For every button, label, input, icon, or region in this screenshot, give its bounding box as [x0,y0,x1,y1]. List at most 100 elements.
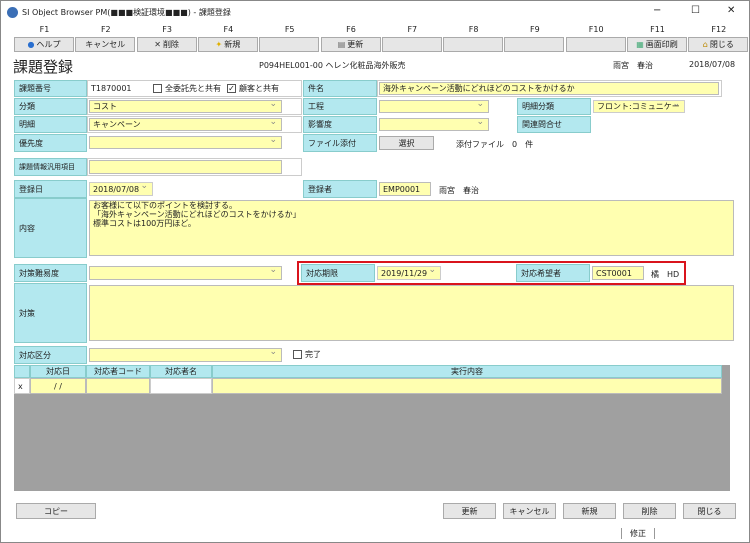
fkey-button-label: キャンセル [85,39,125,50]
fkey-label-f4: F4 [198,25,259,34]
fkey-button-label: 画面印刷 [646,39,678,50]
detail-label: 明細 [14,116,87,133]
help-icon: ● [28,40,35,49]
update-icon: ▤ [338,40,346,49]
fkey-button-label: 新規 [224,39,240,50]
select-file-button[interactable]: 選択 [379,136,434,150]
issue-no-label: 課題番号 [14,80,87,97]
fkey-button-f9[interactable] [504,37,564,52]
fkey-button-f1[interactable]: ●ヘルプ [14,37,74,52]
issue-no-value: T1870001 全委託先と共有 ✓顧客と共有 [87,80,302,97]
fkey-button-label: 閉じる [710,39,734,50]
fkey-label-f12: F12 [688,25,749,34]
measure-textarea[interactable] [89,285,734,341]
row-name [150,378,212,394]
generic-item-input[interactable] [89,160,282,174]
fkey-button-f7[interactable] [382,37,442,52]
print-icon: ▦ [636,40,644,49]
fkey-button-f5[interactable] [259,37,319,52]
difficulty-select[interactable] [89,266,282,280]
response-table: 対応日 対応者コード 対応者名 実行内容 x / / [14,365,730,491]
share-customer-label: 顧客と共有 [239,84,279,93]
fkey-label-f10: F10 [566,25,627,34]
fkey-label-f2: F2 [75,25,136,34]
issue-no: T1870001 [91,84,151,93]
content-textarea[interactable]: お客様にて以下のポイントを検討する。 「海外キャンペーン活動にどれほどのコストを… [89,200,734,256]
page-title: 課題登録 [13,56,73,77]
related-inquiry-label: 関連問合せ [517,116,591,133]
subject-label: 件名 [303,80,377,97]
requester-label: 対応希望者 [516,264,590,282]
cancel-button[interactable]: キャンセル [503,503,556,519]
row-date-input[interactable]: / / [30,378,86,394]
fkey-button-f10[interactable] [566,37,626,52]
fkey-label-f7: F7 [382,25,443,34]
col-header-code: 対応者コード [86,365,150,378]
fkey-button-f2[interactable]: キャンセル [75,37,135,52]
share-customer-checkbox[interactable]: ✓顧客と共有 [227,83,279,94]
done-label: 完了 [305,350,321,359]
new-icon: ✦ [216,40,223,49]
measure-label: 対策 [14,283,87,343]
col-header-action: 実行内容 [212,365,722,378]
priority-select[interactable] [89,136,282,149]
registrant-code-input[interactable]: EMP0001 [379,182,431,196]
row-mark-header [14,365,30,378]
new-button[interactable]: 新規 [563,503,616,519]
fkey-button-f12[interactable]: ⌂閉じる [688,37,748,52]
impact-label: 影響度 [303,116,377,133]
row-mark[interactable]: x [14,378,30,394]
reg-date-input[interactable]: 2018/07/08 [89,182,153,196]
response-type-label: 対応区分 [14,346,87,364]
difficulty-label: 対策難易度 [14,264,87,282]
detail-category-label: 明細分類 [517,98,591,115]
content-label: 内容 [14,198,87,258]
fkey-label-f11: F11 [627,25,688,34]
row-action-input[interactable] [212,378,722,394]
close-button[interactable]: ✕ [727,5,735,16]
subject-input[interactable]: 海外キャンペーン活動にどれほどのコストをかけるか [379,82,719,95]
registrant-name: 雨宮 春治 [439,185,479,196]
status-mode: 修正 [621,528,655,539]
fkey-button-label: 削除 [163,39,179,50]
detail-select[interactable]: キャンペーン [89,118,282,131]
minimize-button[interactable]: − [653,5,661,16]
requester-code-input[interactable]: CST0001 [592,266,644,280]
category-label: 分類 [14,98,87,115]
fkey-label-f8: F8 [443,25,504,34]
process-select[interactable] [379,100,489,113]
deadline-input[interactable]: 2019/11/29 [377,266,441,280]
copy-button[interactable]: コピー [16,503,96,519]
registrant-label: 登録者 [303,180,377,198]
close-form-button[interactable]: 閉じる [683,503,736,519]
title-bar: SI Object Browser PM(■■■検証環境■■■) - 課題登録 … [1,1,750,23]
category-select[interactable]: コスト [89,100,282,113]
header-date: 2018/07/08 [689,60,735,69]
requester-name: 橘 HD [651,269,679,280]
share-all-checkbox[interactable]: 全委託先と共有 [153,83,221,94]
fkey-label-f9: F9 [504,25,565,34]
fkey-button-f3[interactable]: ✕削除 [137,37,197,52]
window-title: SI Object Browser PM(■■■検証環境■■■) - 課題登録 [22,7,231,18]
update-button[interactable]: 更新 [443,503,496,519]
project-name: P094HEL001-00 ヘレン化粧品海外販売 [259,60,406,71]
attached-files-count: 添付ファイル 0 件 [456,139,533,150]
fkey-button-f8[interactable] [443,37,503,52]
row-code-input[interactable] [86,378,150,394]
delete-button[interactable]: 削除 [623,503,676,519]
done-checkbox[interactable]: 完了 [293,349,321,360]
generic-item-label: 課題情報汎用項目 [14,158,87,176]
user-name: 雨宮 春治 [613,60,653,71]
fkey-button-f4[interactable]: ✦新規 [198,37,258,52]
fkey-label-f1: F1 [14,25,75,34]
fkey-button-f6[interactable]: ▤更新 [321,37,381,52]
process-label: 工程 [303,98,377,115]
impact-select[interactable] [379,118,489,131]
x-icon: ✕ [154,40,161,49]
response-type-select[interactable] [89,348,282,362]
col-header-name: 対応者名 [150,365,212,378]
maximize-button[interactable]: ☐ [691,5,700,16]
share-all-label: 全委託先と共有 [165,84,221,93]
fkey-button-f11[interactable]: ▦画面印刷 [627,37,687,52]
detail-category-select[interactable]: フロント:コミュニケー [593,100,685,113]
